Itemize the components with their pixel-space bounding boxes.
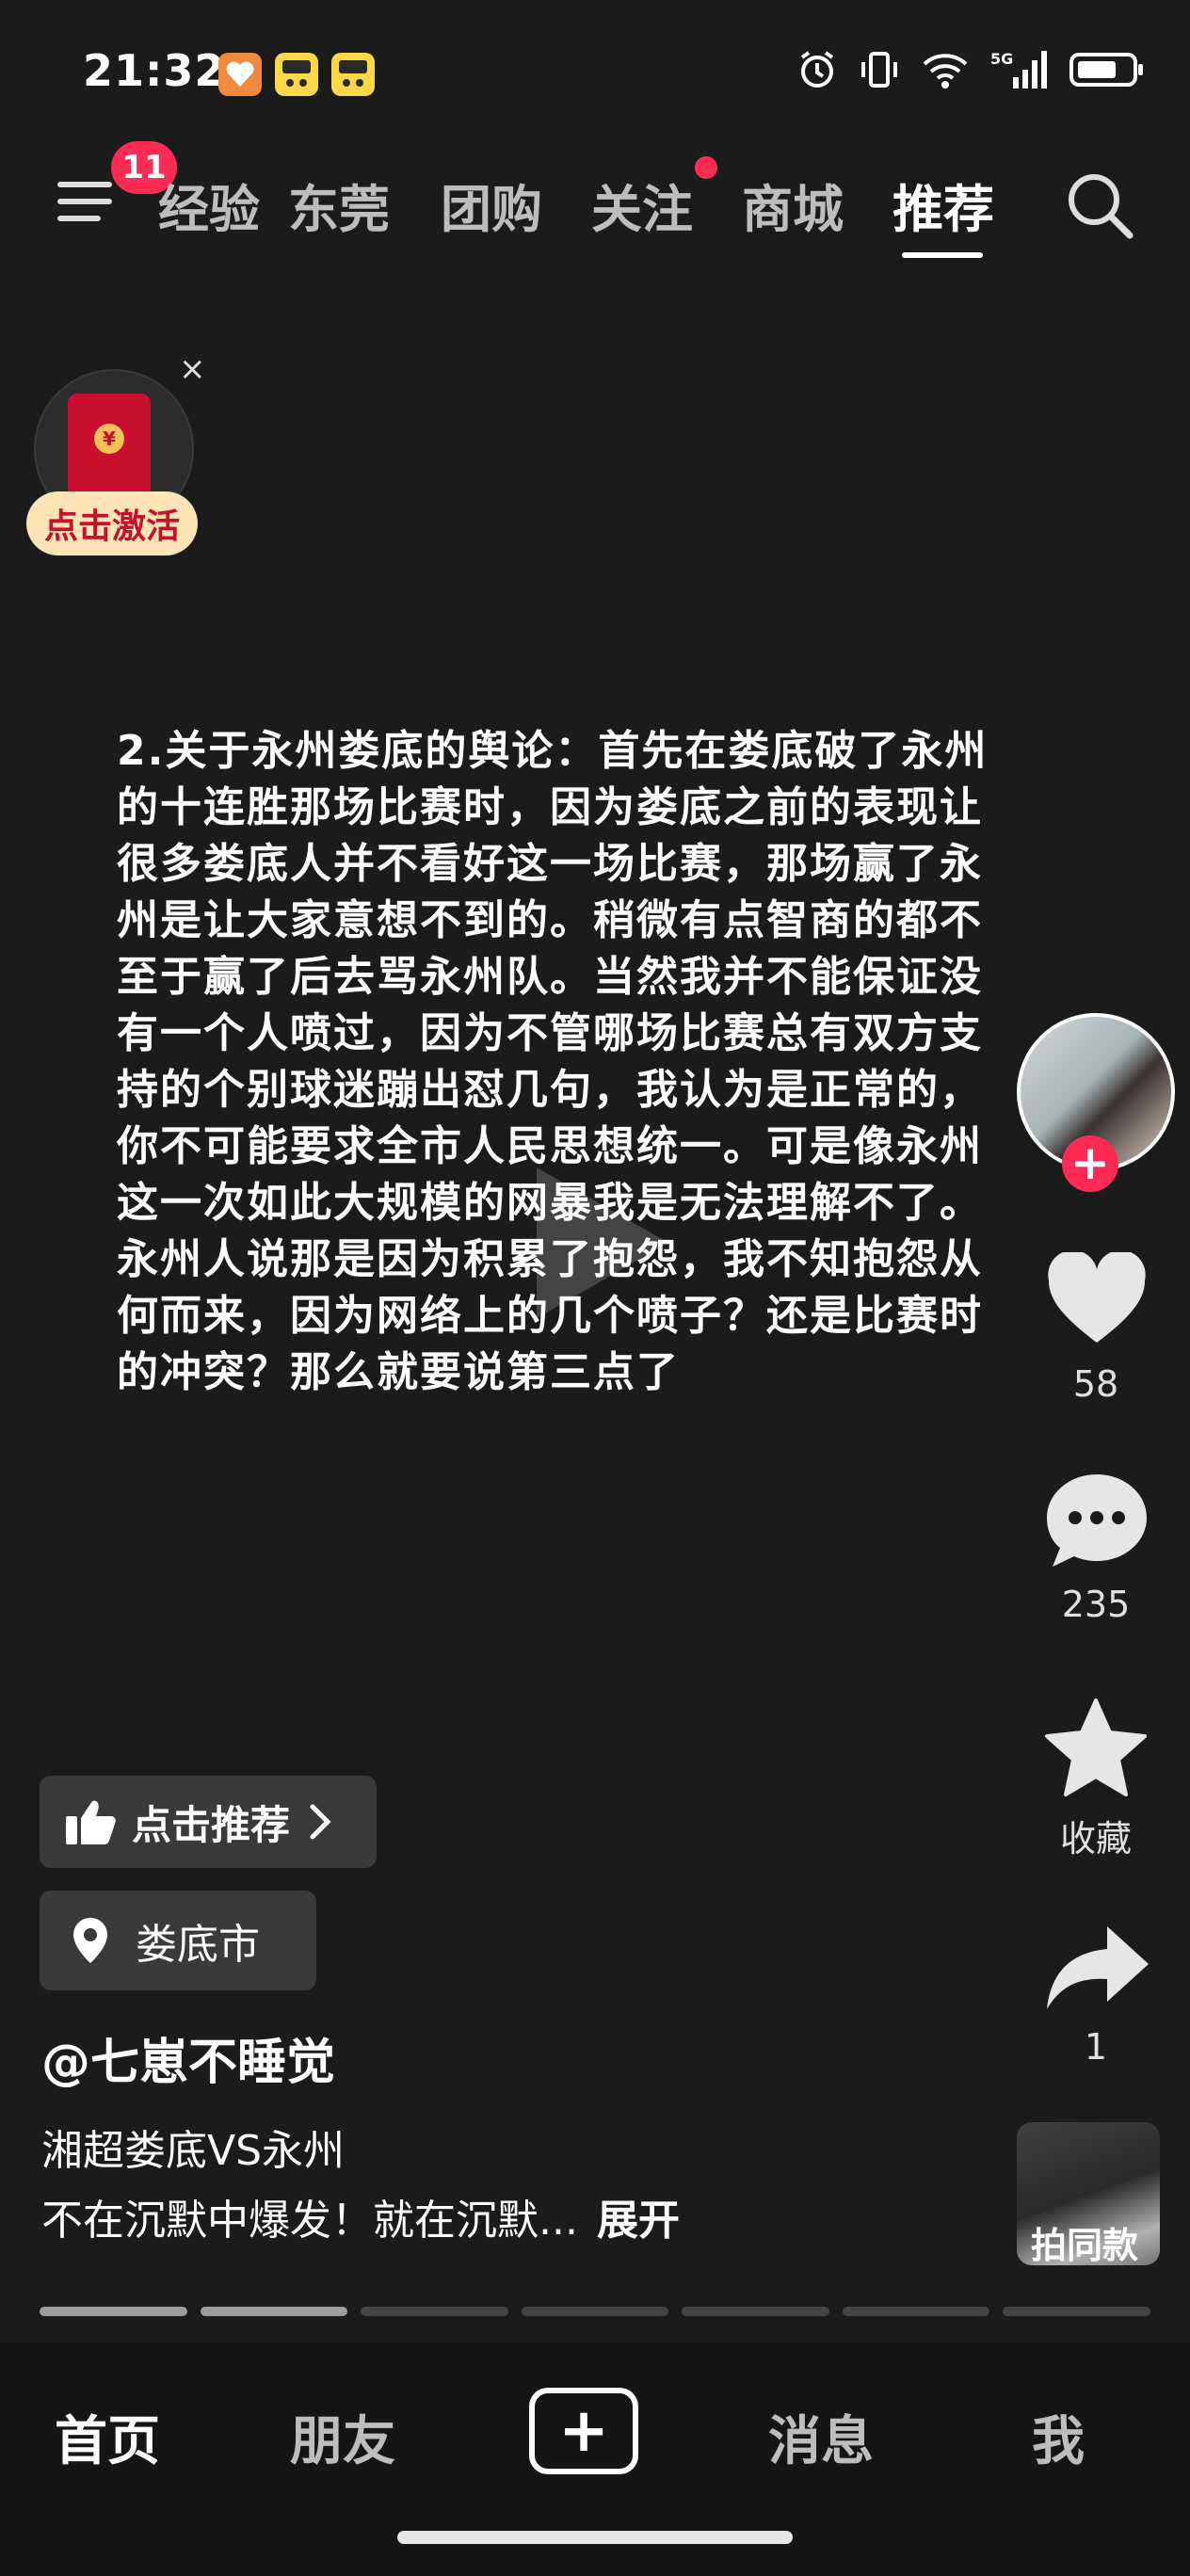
wifi-icon (923, 54, 968, 89)
follow-button[interactable]: + (1062, 1135, 1118, 1192)
search-button[interactable] (1062, 168, 1137, 243)
app-notification-icon (218, 53, 262, 96)
star-icon (1045, 1699, 1147, 1796)
progress-segment (40, 2307, 187, 2316)
progress-segment (1003, 2307, 1151, 2316)
play-icon[interactable] (499, 1149, 687, 1337)
app-notification-icon (275, 53, 318, 96)
coin-icon: ¥ (94, 424, 124, 454)
close-icon[interactable]: × (179, 350, 206, 388)
tab-following[interactable]: 关注 (591, 168, 693, 242)
like-button[interactable] (1045, 1249, 1149, 1350)
vibrate-icon (861, 52, 897, 88)
location-label: 娄底市 (136, 1921, 260, 1969)
top-tabs: 经验 东莞 团购 关注 商城 推荐 (158, 168, 1007, 243)
comment-count: 235 (1061, 1584, 1131, 1625)
caption-text: 不在沉默中爆发！就在沉默... (41, 2197, 578, 2245)
nav-home[interactable]: 首页 (55, 2399, 160, 2475)
remix-label[interactable]: 拍同款 (990, 2216, 1179, 2268)
tab-group-buy[interactable]: 团购 (441, 168, 542, 242)
thumbs-up-icon (66, 1800, 116, 1844)
favorite-label: 收藏 (1059, 1818, 1132, 1860)
active-tab-indicator (902, 252, 983, 258)
progress-segment (842, 2307, 990, 2316)
chevron-right-icon (310, 1804, 331, 1840)
battery-icon (1069, 53, 1143, 87)
share-count: 1 (1084, 2026, 1108, 2068)
progress-segment (200, 2307, 348, 2316)
comment-button[interactable] (1043, 1469, 1150, 1576)
location-pin-icon (73, 1918, 107, 1963)
app-notification-icon (331, 53, 375, 96)
search-icon (1069, 174, 1134, 239)
comment-icon (1047, 1474, 1147, 1567)
network-label: 5G (990, 50, 1013, 68)
following-red-dot (695, 156, 717, 179)
recommend-chip[interactable]: 点击推荐 (40, 1776, 377, 1868)
favorite-button[interactable] (1041, 1697, 1150, 1804)
nav-me[interactable]: 我 (1032, 2399, 1085, 2475)
activate-button[interactable]: 点击激活 (26, 491, 198, 555)
progress-segment (521, 2307, 669, 2316)
location-chip[interactable]: 娄底市 (40, 1891, 316, 1990)
create-button[interactable]: + (529, 2388, 638, 2474)
carousel-progress (40, 2307, 1151, 2316)
caption-line: 湘超娄底VS永州 (41, 2127, 346, 2175)
author-name[interactable]: @七崽不睡觉 (41, 2022, 335, 2093)
alarm-icon (800, 51, 834, 88)
caption-line: 不在沉默中爆发！就在沉默... 展开 (41, 2186, 680, 2246)
share-icon (1047, 1926, 1149, 2009)
heart-icon (1048, 1249, 1146, 1343)
nav-messages[interactable]: 消息 (768, 2399, 874, 2475)
share-button[interactable] (1041, 1921, 1152, 2019)
nav-friends[interactable]: 朋友 (290, 2399, 395, 2475)
signal-icon: 5G (990, 50, 1047, 89)
tab-recommended[interactable]: 推荐 (892, 168, 994, 242)
status-time: 21:32 (83, 45, 226, 96)
progress-segment (682, 2307, 829, 2316)
status-icons: 5G (796, 49, 1145, 90)
progress-segment (361, 2307, 508, 2316)
tab-dongguan[interactable]: 东莞 (288, 168, 390, 242)
home-indicator[interactable] (397, 2531, 793, 2544)
recommend-label: 点击推荐 (132, 1801, 291, 1848)
tab-mall[interactable]: 商城 (742, 168, 844, 242)
expand-button[interactable]: 展开 (597, 2197, 680, 2245)
tab-experience[interactable]: 经验 (158, 168, 260, 242)
like-count: 58 (1072, 1363, 1119, 1405)
